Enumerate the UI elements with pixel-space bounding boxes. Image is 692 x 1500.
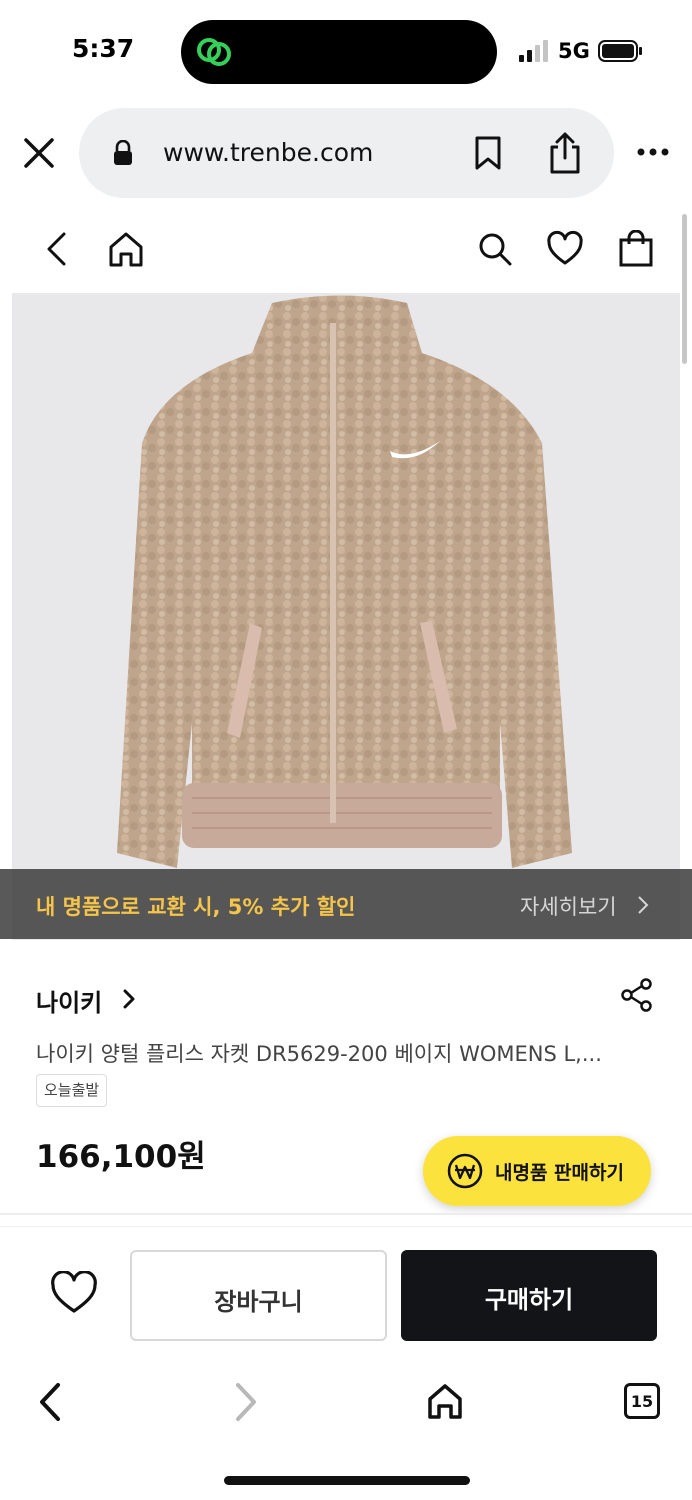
sell-my-luxury-button[interactable]: 내명품 판매하기 xyxy=(423,1136,651,1206)
back-icon[interactable] xyxy=(38,230,76,268)
forward-arrow-icon[interactable] xyxy=(232,1382,260,1422)
chevron-right-icon[interactable] xyxy=(121,988,137,1010)
product-name: 나이키 양털 플리스 자켓 DR5629-200 베이지 WOMENS L,..… xyxy=(36,1042,602,1066)
share-icon[interactable] xyxy=(620,978,654,1012)
heart-icon[interactable] xyxy=(546,230,584,268)
status-time: 5:37 xyxy=(72,34,135,63)
share-icon[interactable] xyxy=(548,132,582,174)
wishlist-heart-icon[interactable] xyxy=(50,1271,98,1315)
promo-text: 내 명품으로 교환 시, 5% 추가 할인 xyxy=(36,895,356,919)
divider xyxy=(0,1213,692,1215)
link-app-icon xyxy=(197,38,231,66)
site-header xyxy=(0,210,692,290)
product-image[interactable] xyxy=(12,293,680,940)
jacket-illustration xyxy=(12,293,680,940)
back-arrow-icon[interactable] xyxy=(36,1382,64,1422)
buy-button[interactable]: 구매하기 xyxy=(401,1250,657,1341)
network-label: 5G xyxy=(558,39,590,63)
home-icon[interactable] xyxy=(107,230,145,268)
search-icon[interactable] xyxy=(476,230,514,268)
browser-toolbar: 15 xyxy=(0,1360,692,1500)
tabs-button[interactable]: 15 xyxy=(624,1383,660,1419)
brand-link[interactable]: 나이키 xyxy=(36,983,102,1018)
lock-icon xyxy=(114,140,132,165)
bookmark-icon[interactable] xyxy=(474,136,502,170)
cart-button-label: 장바구니 xyxy=(214,1288,303,1316)
divider xyxy=(0,1226,692,1227)
dynamic-island xyxy=(181,20,497,84)
promo-detail-link[interactable]: 자세히보기 xyxy=(520,891,617,921)
close-icon[interactable] xyxy=(22,136,56,170)
won-coin-icon xyxy=(447,1153,483,1189)
browser-url-bar: www.trenbe.com xyxy=(0,100,692,210)
more-icon[interactable] xyxy=(636,146,670,158)
sell-button-label: 내명품 판매하기 xyxy=(495,1162,624,1184)
delivery-tag: 오늘출발 xyxy=(36,1074,108,1107)
product-price: 166,100원 xyxy=(36,1139,206,1175)
shopping-bag-icon[interactable] xyxy=(617,230,655,268)
add-to-cart-button[interactable]: 장바구니 xyxy=(130,1250,387,1341)
scrollbar[interactable] xyxy=(682,214,687,364)
signal-icon xyxy=(519,40,548,62)
promo-banner[interactable]: 내 명품으로 교환 시, 5% 추가 할인 자세히보기 xyxy=(0,869,692,939)
home-indicator[interactable] xyxy=(224,1476,470,1485)
battery-icon xyxy=(598,40,642,62)
chevron-right-icon xyxy=(638,896,649,914)
buy-button-label: 구매하기 xyxy=(484,1286,574,1314)
tabs-count: 15 xyxy=(630,1392,654,1411)
home-icon[interactable] xyxy=(426,1382,464,1420)
url-text[interactable]: www.trenbe.com xyxy=(163,138,373,167)
status-bar: 5:37 5G xyxy=(0,0,692,100)
